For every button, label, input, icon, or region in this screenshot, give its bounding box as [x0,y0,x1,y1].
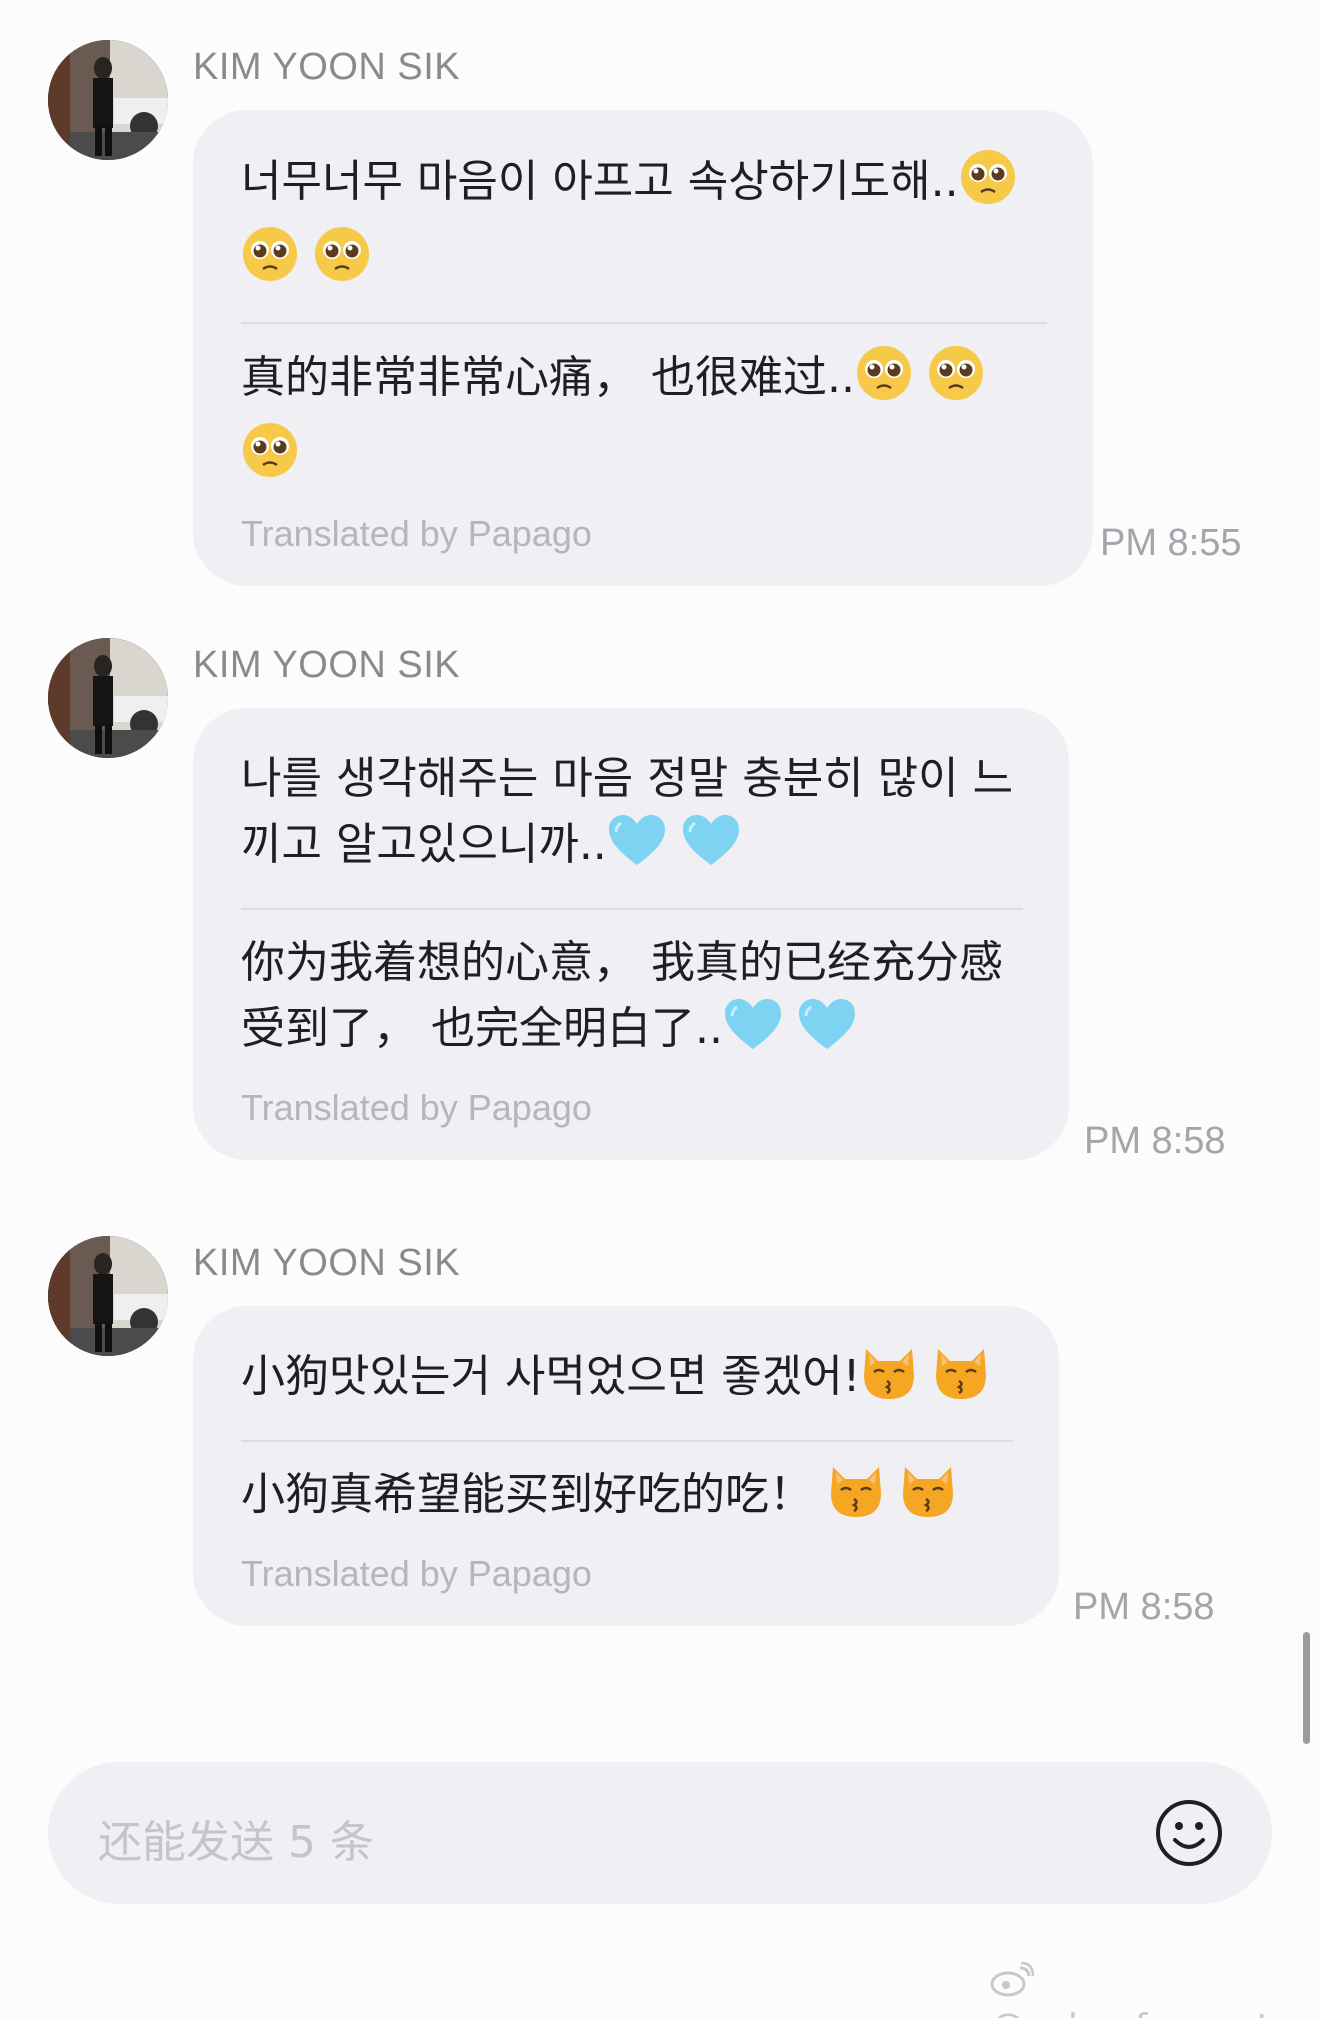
kissing-cat-icon [860,1345,918,1420]
watermark: @echoofaugust [990,1958,1320,2018]
message-time: PM 8:58 [1073,1586,1215,1628]
message-time: PM 8:58 [1084,1120,1226,1162]
translated-text: 你为我着想的心意， 我真的已经充分感受到了， 也完全明白了.. [241,937,1003,1054]
avatar[interactable] [48,638,168,758]
translated-by-label: Translated by Papago [241,513,592,554]
scrollbar[interactable] [1303,1632,1310,1744]
watermark-text: @echoofaugust [990,2007,1271,2018]
original-message: 小狗맛있는거 사먹었으면 좋겠어! [241,1344,1013,1420]
original-message: 나를 생각해주는 마음 정말 충분히 많이 느끼고 알고있으니까.. [241,746,1023,888]
avatar[interactable] [48,1236,168,1356]
kissing-cat-icon [899,1463,957,1538]
translated-text: 小狗真希望能买到好吃的吃！ [241,1469,813,1520]
message-input[interactable]: 还能发送 5 条 [48,1762,1272,1904]
message-group: KIM YOON SIK 나를 생각해주는 마음 정말 충분히 많이 느끼고 알… [0,638,1320,1178]
translated-message: 真的非常非常心痛， 也很难过.. [241,344,1047,498]
pleading-face-icon [959,148,1017,225]
light-blue-heart-icon [723,997,783,1072]
chat-screen: KIM YOON SIK 너무너무 마음이 아프고 속상하기도해.. 真的非常非… [0,0,1320,2018]
pleading-face-icon [313,225,371,302]
sender-name: KIM YOON SIK [193,644,461,686]
light-blue-heart-icon [797,997,857,1072]
translated-by-label: Translated by Papago [241,1087,592,1128]
message-group: KIM YOON SIK 小狗맛있는거 사먹었으면 좋겠어! 小狗真希望能买到好… [0,1236,1320,1656]
translation-divider [241,1440,1013,1442]
original-text: 너무너무 마음이 아프고 속상하기도해.. [241,156,959,207]
avatar[interactable] [48,40,168,160]
pleading-face-icon [241,421,299,498]
translated-message: 小狗真希望能买到好吃的吃！ [241,1462,1013,1538]
message-bubble[interactable]: 小狗맛있는거 사먹었으면 좋겠어! 小狗真希望能买到好吃的吃！ Translat… [193,1306,1059,1626]
message-bubble[interactable]: 나를 생각해주는 마음 정말 충분히 많이 느끼고 알고있으니까.. 你为我着想… [193,708,1069,1160]
translated-text: 真的非常非常心痛， 也很难过.. [241,352,855,403]
translation-divider [241,908,1023,910]
message-time: PM 8:55 [1100,522,1242,564]
original-text: 小狗맛있는거 사먹었으면 좋겠어! [241,1351,861,1402]
translated-by-label: Translated by Papago [241,1553,592,1594]
original-message: 너무너무 마음이 아프고 속상하기도해.. [241,148,1047,302]
translated-message: 你为我着想的心意， 我真的已经充分感受到了， 也完全明白了.. [241,930,1023,1072]
kissing-cat-icon [932,1345,990,1420]
sender-name: KIM YOON SIK [193,1242,461,1284]
light-blue-heart-icon [681,813,741,888]
sender-name: KIM YOON SIK [193,46,461,88]
pleading-face-icon [855,344,913,421]
pleading-face-icon [241,225,299,302]
light-blue-heart-icon [607,813,667,888]
input-placeholder: 还能发送 5 条 [98,1817,374,1868]
pleading-face-icon [927,344,985,421]
weibo-logo-icon [990,1961,1035,2007]
emoji-picker-icon[interactable] [1154,1798,1224,1868]
translation-divider [241,322,1047,324]
message-bubble[interactable]: 너무너무 마음이 아프고 속상하기도해.. 真的非常非常心痛， 也很难过.. T… [193,110,1093,586]
message-group: KIM YOON SIK 너무너무 마음이 아프고 속상하기도해.. 真的非常非… [0,40,1320,586]
kissing-cat-icon [827,1463,885,1538]
